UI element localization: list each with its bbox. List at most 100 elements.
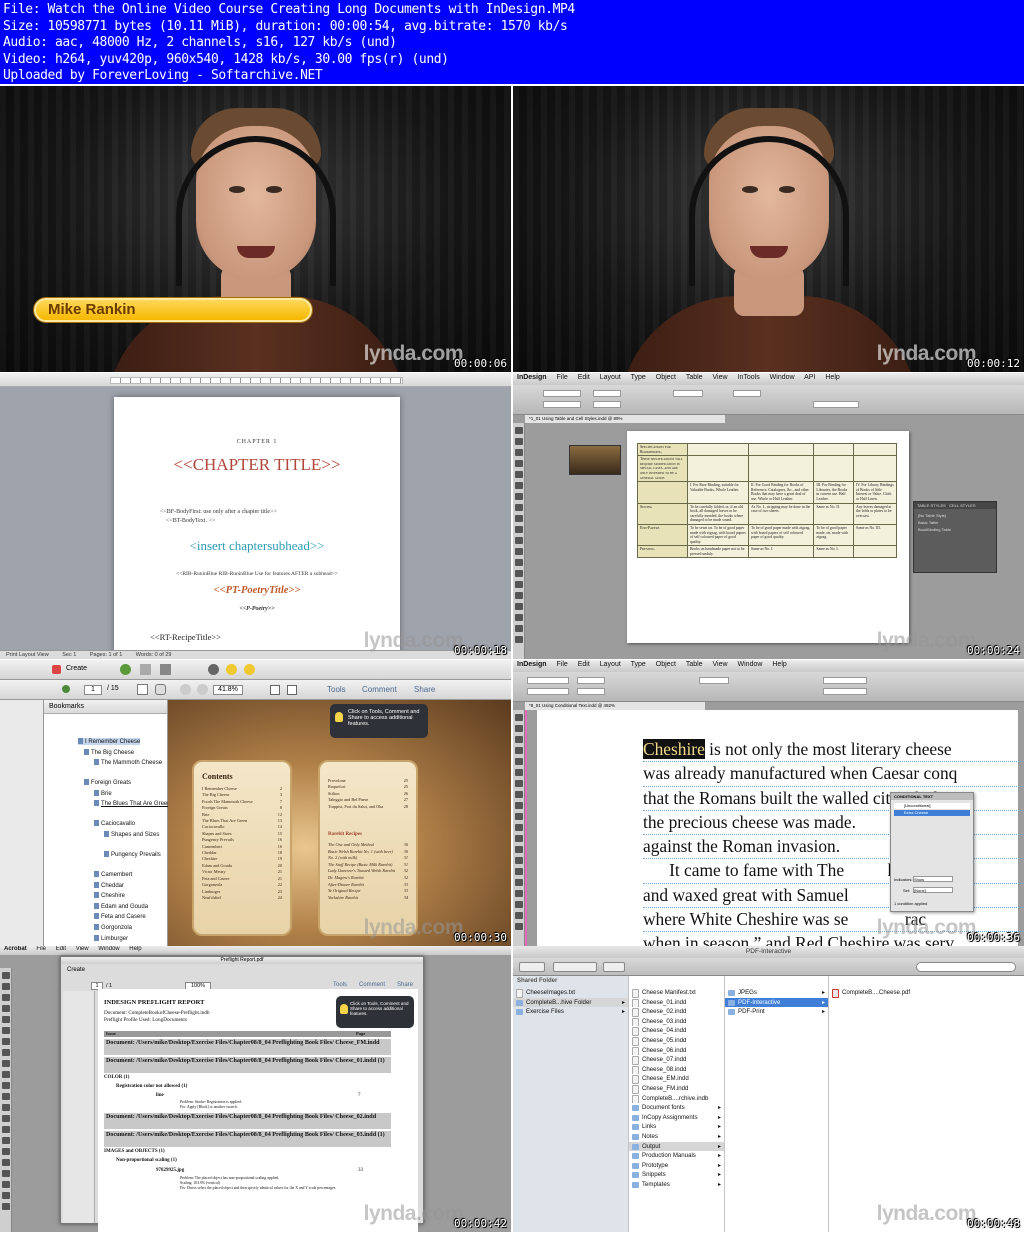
toc-entry[interactable]: No. 2 (with milk) 31 (328, 855, 408, 862)
bookmark-item[interactable]: Cheshire (94, 892, 125, 899)
toc-entry[interactable]: The One and Only Method 30 (328, 842, 408, 849)
control-panel[interactable] (513, 672, 1024, 702)
contents-page-left[interactable]: Contents I Remember Cheese 2 The Big Chees… (192, 760, 292, 936)
file-item[interactable]: Cheese Manifest.txt (629, 988, 724, 998)
table-cell[interactable] (852, 545, 898, 559)
menu-table[interactable]: Table (686, 661, 703, 668)
share-button[interactable]: Share (414, 685, 435, 694)
table-cell[interactable] (813, 455, 854, 483)
share-button[interactable]: Share (397, 982, 413, 988)
menu-window[interactable]: Window (738, 661, 763, 668)
folder-item[interactable]: PDF-Interactive ▸ (725, 997, 828, 1008)
table-cell[interactable]: Books on handmade paper not to be presse… (686, 545, 750, 559)
comment-button[interactable]: Comment (359, 982, 385, 988)
file-item[interactable]: Cheese_EM.indd (629, 1074, 724, 1084)
table-cell[interactable] (813, 442, 854, 457)
file-item[interactable]: Cheese_04.indd (629, 1026, 724, 1036)
table-cell[interactable]: Same as No. I. (748, 545, 815, 559)
bookbinding-table[interactable]: Specifications for Bookbinding These spe… (637, 442, 898, 559)
comment-icon[interactable] (226, 664, 237, 675)
table-cell[interactable] (748, 455, 815, 483)
menu-table[interactable]: Table (686, 374, 703, 381)
file-item[interactable]: Cheese_06.indd (629, 1046, 724, 1056)
file-item[interactable]: CheeseImages.txt (513, 988, 628, 998)
table-cell[interactable]: Same as No. II. (813, 502, 854, 525)
menu-edit[interactable]: Edit (578, 661, 590, 668)
bookmark-item[interactable]: Shapes and Sizes (104, 831, 159, 838)
gear-icon[interactable] (603, 962, 625, 972)
bookmark-item[interactable]: Foreign Greats (84, 779, 131, 786)
menu-app[interactable]: InDesign (517, 661, 547, 668)
menu-view[interactable]: View (713, 374, 728, 381)
bookmark-item[interactable]: Feta and Casere (94, 913, 146, 920)
file-item[interactable]: CompleteB....rchive.indb (629, 1094, 724, 1104)
table-cell[interactable]: Sewing (637, 502, 688, 525)
table-cell[interactable]: These specifications will require modifi… (637, 455, 688, 483)
folder-item[interactable]: PDF-Print ▸ (725, 1007, 828, 1017)
print-icon[interactable] (160, 664, 171, 675)
menu-api[interactable]: API (804, 374, 815, 381)
view-buttons[interactable] (553, 962, 597, 972)
folder-item[interactable]: Notes ▸ (629, 1132, 724, 1142)
folder-item[interactable]: InCopy Assignments ▸ (629, 1113, 724, 1123)
folder-item[interactable]: Links ▸ (629, 1122, 724, 1132)
comment-button[interactable]: Comment (362, 685, 397, 694)
bookmark-item[interactable]: Camembert (94, 871, 132, 878)
menu-type[interactable]: Type (631, 661, 646, 668)
save-icon[interactable] (140, 664, 151, 675)
table-cell[interactable] (686, 455, 750, 483)
bookmark-item[interactable]: Cheddar (94, 882, 124, 889)
file-item[interactable]: Cheese_01.indd (629, 998, 724, 1008)
folder-item[interactable]: CompleteB...hive Folder ▸ (513, 997, 628, 1008)
bookmark-item[interactable]: I Remember Cheese (78, 738, 141, 745)
menu-help[interactable]: Help (129, 946, 141, 952)
set-select[interactable]: [None] (913, 887, 953, 893)
menu-app[interactable]: Acrobat (4, 946, 27, 952)
toc-entry[interactable]: Basic Welsh Rarebit No. 1 (with beer) 30 (328, 849, 408, 856)
table-cell[interactable] (852, 442, 898, 457)
toc-entry[interactable]: The Stuff Recipe (Basic Milk Rarebit) 31 (328, 862, 408, 869)
table-cell[interactable]: IV. For Library Bindings of Books of lit… (852, 481, 898, 504)
table-cell[interactable]: Pressing (637, 545, 688, 559)
table-cell[interactable]: II. For Good Binding for Books of Refere… (748, 481, 815, 504)
contents-page-right[interactable]: Provolone 25 Roquefort 25 Stilton 26 Taleggio … (318, 760, 418, 936)
table-cell[interactable]: Same as No. I. (813, 545, 854, 559)
toc-entry[interactable]: Ye Original Recipe 33 (328, 888, 408, 895)
highlight-icon[interactable] (244, 664, 255, 675)
table-cell[interactable]: Any leaves damaged at the folds or plate… (852, 502, 898, 525)
search-input[interactable] (916, 962, 1016, 972)
tab-cell-styles[interactable]: CELL STYLES (949, 503, 975, 508)
table-cell[interactable]: Same as No. III. (852, 523, 898, 547)
style-item[interactable]: Basic Table (918, 519, 992, 526)
indicators-select[interactable]: Show (913, 876, 953, 882)
bookmark-item[interactable]: Limburger (94, 935, 128, 942)
table-cell[interactable] (686, 442, 750, 457)
menu-help[interactable]: Help (825, 374, 839, 381)
finder-column[interactable]: JPEGs ▸ PDF-Interactive ▸ PDF-Print ▸ (725, 976, 829, 1232)
condition-item[interactable]: [Unconditional] (894, 803, 970, 809)
table-cell[interactable]: Specifications for Bookbinding (637, 442, 688, 457)
menu-file[interactable]: File (557, 661, 568, 668)
bookmark-item[interactable]: Caciocavallo (94, 820, 135, 827)
document-page[interactable]: Specifications for Bookbinding These spe… (627, 431, 909, 643)
menu-layout[interactable]: Layout (600, 374, 621, 381)
create-button[interactable]: Create (67, 967, 85, 973)
menu-file[interactable]: File (36, 946, 46, 952)
table-cell[interactable] (852, 455, 898, 483)
indesign-tools-panel[interactable] (0, 968, 12, 1232)
table-cell[interactable]: III. For Binding for Libraries, the Book… (813, 481, 854, 504)
bookmark-item[interactable]: Gorgonzola (94, 924, 132, 931)
document-tab[interactable]: *8_01 Using Conditional Text.indd @ 492% (525, 702, 705, 710)
table-cell[interactable]: To be of good paper made, on, made with … (813, 523, 854, 547)
folder-item[interactable]: Prototype ▸ (629, 1161, 724, 1171)
select-tool-icon[interactable] (137, 684, 148, 695)
folder-item[interactable]: Exercise Files ▸ (513, 1007, 628, 1017)
toc-entry[interactable]: Dr. Magiru's Rarebit 32 (328, 875, 408, 882)
menu-help[interactable]: Help (772, 661, 786, 668)
create-icon[interactable] (52, 665, 61, 674)
back-forward-buttons[interactable] (519, 962, 545, 972)
document-page[interactable]: CHAPTER 1 <<CHAPTER TITLE>> <<BF-BodyFir… (114, 397, 400, 659)
menu-window[interactable]: Window (770, 374, 795, 381)
zoom-input[interactable]: 41.8% (213, 685, 243, 695)
story-line[interactable]: Cheshire is not only the most literary c… (643, 738, 1024, 763)
